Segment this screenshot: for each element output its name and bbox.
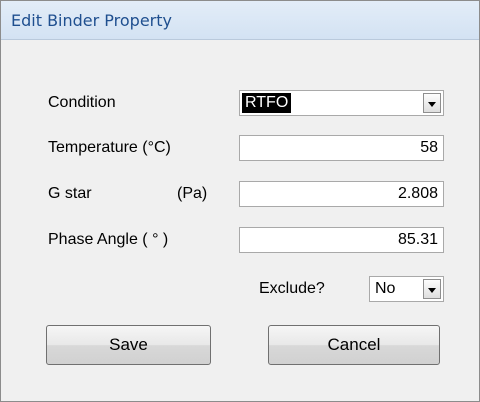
phase-angle-label: Phase Angle ( ° ) xyxy=(48,231,169,248)
condition-value: RTFO xyxy=(242,93,292,113)
edit-binder-property-dialog: Edit Binder Property Condition RTFO Temp… xyxy=(0,0,480,402)
gstar-label: G star xyxy=(48,185,92,202)
exclude-select[interactable]: No xyxy=(369,276,444,302)
condition-select[interactable]: RTFO xyxy=(239,90,444,116)
phase-angle-field[interactable]: 85.31 xyxy=(239,227,444,253)
condition-label: Condition xyxy=(48,94,116,111)
gstar-field[interactable]: 2.808 xyxy=(239,181,444,207)
condition-dropdown-button[interactable] xyxy=(423,93,441,113)
exclude-dropdown-button[interactable] xyxy=(423,279,441,299)
save-button[interactable]: Save xyxy=(46,325,211,365)
cancel-button[interactable]: Cancel xyxy=(268,325,440,365)
chevron-down-icon xyxy=(428,288,436,293)
temperature-field[interactable]: 58 xyxy=(239,135,444,161)
window-title: Edit Binder Property xyxy=(11,11,172,30)
exclude-value: No xyxy=(375,280,396,297)
title-bar: Edit Binder Property xyxy=(1,1,479,40)
temperature-label: Temperature (°C) xyxy=(48,139,171,156)
gstar-unit-label: (Pa) xyxy=(177,185,208,202)
exclude-label: Exclude? xyxy=(259,280,325,297)
chevron-down-icon xyxy=(428,102,436,107)
